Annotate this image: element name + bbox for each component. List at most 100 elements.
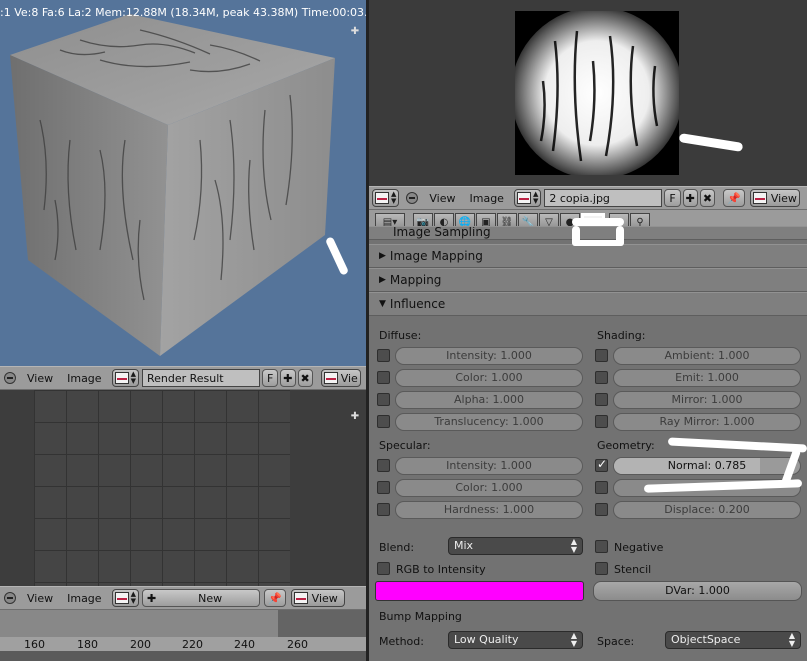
diffuse-translucency-checkbox[interactable] (377, 415, 390, 428)
uv-grid (34, 390, 290, 586)
view-menu[interactable]: View (27, 372, 53, 385)
specular-hardness-checkbox[interactable] (377, 503, 390, 516)
pin-icon[interactable]: 📌 (723, 189, 745, 207)
annotation-stroke (572, 218, 624, 226)
timeline-strip[interactable] (0, 610, 366, 637)
method-dropdown[interactable]: Low Quality ▲ ▼ (448, 631, 583, 649)
shading-raymirror-slider[interactable]: Ray Mirror: 1.000 (613, 413, 801, 431)
geometry-normal-slider[interactable]: Normal: 0.785 (613, 457, 801, 475)
space-label: Space: (597, 635, 635, 648)
tick-label: 180 (77, 638, 98, 651)
diffuse-color-checkbox[interactable] (377, 371, 390, 384)
pin-icon[interactable]: 📌 (263, 589, 286, 607)
diffuse-intensity-slider[interactable]: Intensity: 1.000 (395, 347, 583, 365)
diffuse-intensity-checkbox[interactable] (377, 349, 390, 362)
split-area-icon[interactable]: ✚ (350, 412, 360, 422)
negative-checkbox[interactable] (595, 540, 608, 553)
diffuse-alpha-slider[interactable]: Alpha: 1.000 (395, 391, 583, 409)
color-swatch[interactable] (375, 581, 584, 601)
blend-label: Blend: (379, 541, 415, 554)
dvar-slider[interactable]: DVar: 1.000 (593, 581, 802, 601)
collapsed-triangle-icon: ▶ (379, 251, 386, 261)
texture-image-preview[interactable] (369, 0, 807, 186)
preview-image-header: ▲ ▼ View Image ▲ ▼ 2 copia.jpg F ✚ ✖ 📌 Vie… (369, 186, 807, 210)
panel-mapping[interactable]: ▶ Mapping (369, 268, 807, 292)
new-image-icon[interactable]: ✚ (682, 189, 698, 207)
timeline-scrollbar[interactable] (0, 651, 366, 661)
new-image-icon[interactable]: ✚ (280, 369, 296, 387)
blend-dropdown[interactable]: Mix ▲ ▼ (448, 537, 583, 555)
image-name-field[interactable]: Render Result (141, 369, 260, 387)
rgb-to-intensity-checkbox[interactable] (377, 562, 390, 575)
view-button[interactable]: Vie (320, 369, 361, 387)
timeline[interactable]: 160 180 200 220 240 260 (0, 610, 366, 661)
image-browse-button[interactable]: ▲ ▼ (111, 369, 139, 387)
unlink-image-icon[interactable]: ✖ (699, 189, 716, 207)
shading-emit-checkbox[interactable] (595, 371, 608, 384)
timeline-out-range (278, 610, 366, 637)
image-browse-button[interactable]: ▲ ▼ (111, 589, 139, 607)
uv-image-editor[interactable]: ✚ (0, 390, 366, 586)
image-menu[interactable]: Image (67, 372, 101, 385)
shading-mirror-checkbox[interactable] (595, 393, 608, 406)
shading-raymirror-checkbox[interactable] (595, 415, 608, 428)
updown-arrow-icon: ▲ ▼ (570, 537, 577, 554)
updown-arrow-icon: ▲ ▼ (532, 190, 539, 205)
fake-user-button[interactable]: F (664, 189, 681, 207)
shading-emit-slider[interactable]: Emit: 1.000 (613, 369, 801, 387)
specular-color-slider[interactable]: Color: 1.000 (395, 479, 583, 497)
shading-ambient-checkbox[interactable] (595, 349, 608, 362)
specular-intensity-checkbox[interactable] (377, 459, 390, 472)
fake-user-button[interactable]: F (261, 369, 279, 387)
panel-image-sampling[interactable]: Image Sampling (369, 226, 807, 240)
image-menu[interactable]: Image (67, 592, 101, 605)
space-dropdown[interactable]: ObjectSpace ▲ ▼ (665, 631, 801, 649)
panel-image-mapping[interactable]: ▶ Image Mapping (369, 244, 807, 268)
diffuse-alpha-checkbox[interactable] (377, 393, 390, 406)
unlink-image-icon[interactable]: ✖ (297, 369, 313, 387)
render-viewport[interactable]: :1 Ve:8 Fa:6 La:2 Mem:12.88M (18.34M, pe… (0, 0, 366, 366)
specular-intensity-slider[interactable]: Intensity: 1.000 (395, 457, 583, 475)
diffuse-color-slider[interactable]: Color: 1.000 (395, 369, 583, 387)
specular-color-checkbox[interactable] (377, 481, 390, 494)
plus-icon: ✚ (146, 591, 157, 605)
updown-arrow-icon: ▲ ▼ (391, 190, 397, 205)
view-menu[interactable]: View (429, 192, 455, 205)
editor-type-button[interactable]: ▲ ▼ (372, 189, 400, 207)
menu-collapse-icon[interactable] (406, 192, 419, 204)
tick-label: 220 (182, 638, 203, 651)
tick-label: 240 (234, 638, 255, 651)
texture-thumbnail (515, 11, 679, 175)
geometry-displace-checkbox[interactable] (595, 503, 608, 516)
new-image-button[interactable]: ✚ New (141, 589, 260, 607)
view-menu[interactable]: View (27, 592, 53, 605)
geometry-displace-slider[interactable]: Displace: 0.200 (613, 501, 801, 519)
image-name-field[interactable]: 2 copia.jpg (544, 189, 663, 207)
shading-mirror-slider[interactable]: Mirror: 1.000 (613, 391, 801, 409)
shading-ambient-slider[interactable]: Ambient: 1.000 (613, 347, 801, 365)
view-button[interactable]: View (290, 589, 345, 607)
tick-label: 200 (130, 638, 151, 651)
updown-arrow-icon: ▲ ▼ (130, 370, 136, 385)
updown-arrow-icon: ▲ ▼ (130, 590, 136, 605)
specular-hardness-slider[interactable]: Hardness: 1.000 (395, 501, 583, 519)
geometry-warp-checkbox[interactable] (595, 481, 608, 494)
panel-influence[interactable]: ▼ Influence (369, 292, 807, 316)
menu-collapse-icon[interactable] (4, 592, 16, 604)
split-area-icon[interactable]: ✚ (350, 27, 360, 37)
diffuse-translucency-slider[interactable]: Translucency: 1.000 (395, 413, 583, 431)
expanded-triangle-icon: ▼ (379, 299, 386, 309)
view-button[interactable]: View (749, 189, 800, 207)
updown-arrow-icon: ▲ ▼ (788, 631, 795, 648)
image-browse-button[interactable]: ▲ ▼ (513, 189, 542, 207)
timeline-ticks: 160 180 200 220 240 260 (0, 637, 366, 651)
geometry-normal-checkbox[interactable] (595, 457, 608, 472)
render-stats: :1 Ve:8 Fa:6 La:2 Mem:12.88M (18.34M, pe… (0, 6, 366, 19)
image-menu[interactable]: Image (470, 192, 504, 205)
annotation-stroke (678, 133, 744, 152)
menu-collapse-icon[interactable] (4, 372, 16, 384)
tick-label: 260 (287, 638, 308, 651)
stencil-checkbox[interactable] (595, 562, 608, 575)
image-icon (323, 372, 338, 384)
method-label: Method: (379, 635, 424, 648)
